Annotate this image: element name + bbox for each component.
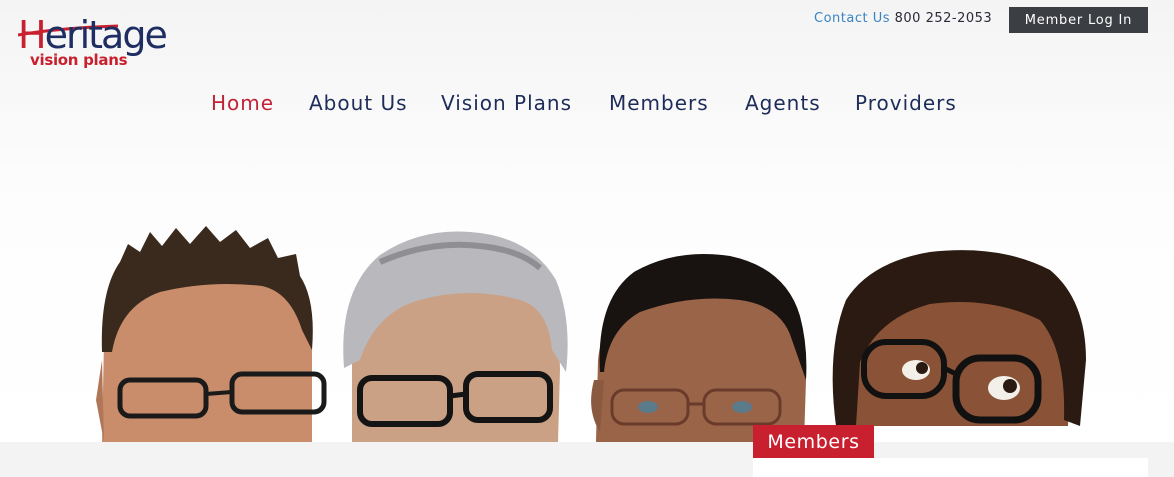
person-man-glasses [96, 226, 327, 442]
person-boy-glasses [591, 254, 807, 442]
person-girl-curly-hair [832, 250, 1086, 426]
person-woman-grey-hair [343, 231, 568, 442]
members-section-tab[interactable]: Members [753, 425, 874, 458]
members-card [753, 458, 1148, 477]
hero-people-image [96, 226, 1086, 442]
